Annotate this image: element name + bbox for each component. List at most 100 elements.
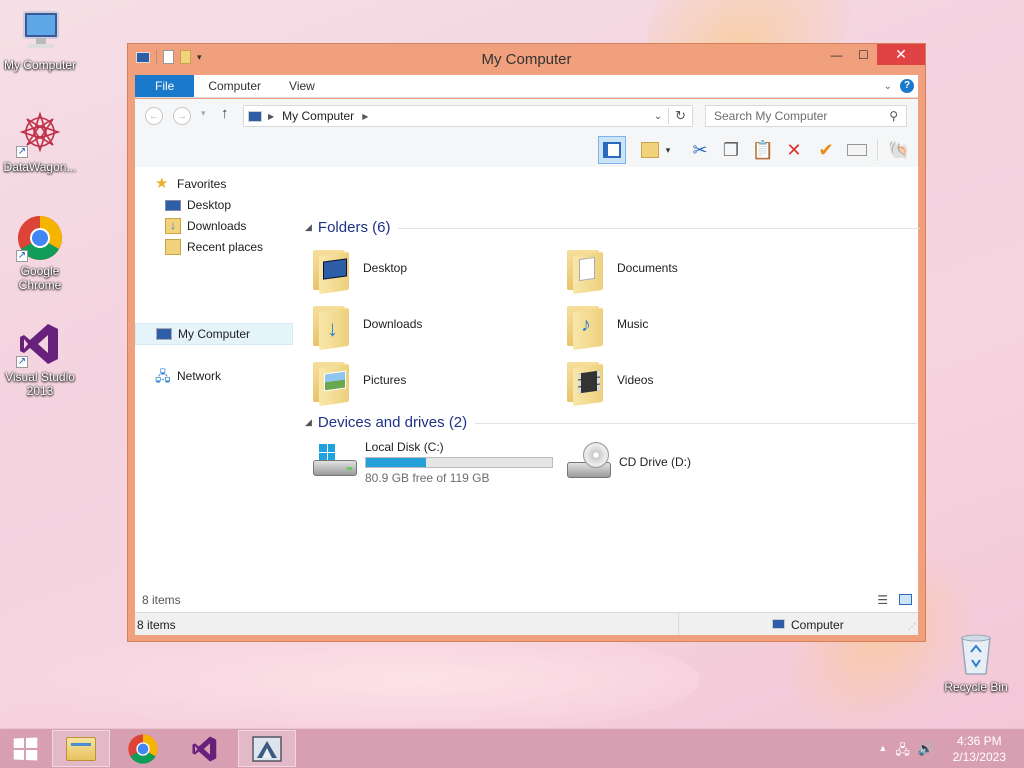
drive-tile-cd-drive[interactable]: CD Drive (D:) — [565, 437, 805, 487]
search-icon[interactable]: ⚲ — [889, 109, 906, 123]
folder-label: Desktop — [363, 261, 408, 275]
collapse-triangle-icon[interactable]: ◢ — [305, 417, 312, 428]
nav-item-label: Favorites — [177, 177, 227, 191]
address-bar[interactable]: ▶ My Computer ▶ ⌄ ↻ — [243, 105, 693, 127]
show-hidden-icons-icon[interactable]: ▲ — [878, 741, 887, 763]
toolbar-divider — [877, 139, 878, 161]
folder-tile-videos[interactable]: Videos — [565, 355, 805, 407]
desktop-icon-label: My Computer — [3, 58, 77, 72]
copy-icon[interactable]: ❐ — [717, 136, 745, 164]
music-folder-icon: ♪ — [565, 300, 609, 351]
cd-drive-icon — [565, 438, 611, 486]
desktop-icon-chrome[interactable]: ↗ Google Chrome — [0, 214, 80, 292]
close-button[interactable]: ✕ — [877, 44, 925, 65]
group-title: Devices and drives (2) — [317, 414, 468, 431]
cut-icon[interactable]: ✂ — [686, 136, 714, 164]
network-status-icon[interactable]: 🖧 — [895, 741, 910, 763]
desktop-icon-visual-studio[interactable]: ↗ Visual Studio 2013 — [0, 320, 80, 398]
search-input[interactable]: Search My Computer — [714, 109, 889, 123]
folder-label: Music — [617, 317, 649, 331]
content-area: ★ Favorites Desktop ↓ Downloads Recent p… — [135, 167, 921, 612]
up-button[interactable]: ↑ — [221, 105, 229, 122]
computer-small-icon — [772, 619, 785, 629]
tab-computer[interactable]: Computer — [194, 75, 275, 97]
collapse-triangle-icon[interactable]: ◢ — [305, 222, 312, 233]
status-item-count: 8 items — [137, 618, 176, 632]
taskbar-clock[interactable]: 4:36 PM 2/13/2023 — [953, 733, 1006, 765]
group-title: Folders (6) — [317, 219, 391, 236]
checkmark-icon[interactable]: ✔ — [812, 136, 840, 164]
taskbar-app-file-explorer[interactable] — [52, 730, 110, 767]
start-button[interactable] — [0, 730, 50, 767]
address-history-chevron-icon[interactable]: ⌄ — [648, 111, 668, 122]
computer-icon — [16, 8, 64, 56]
expand-ribbon-icon[interactable]: ⌄ — [884, 81, 892, 92]
breadcrumb-separator-icon[interactable]: ▶ — [362, 112, 368, 121]
recycle-bin-icon — [952, 630, 1000, 678]
window-title: My Computer — [481, 51, 572, 68]
tab-file[interactable]: File — [135, 75, 195, 97]
shell-icon[interactable]: 🐚 — [885, 136, 913, 164]
desktop-icon-datawagon[interactable]: ↗ DataWagon... — [0, 110, 80, 174]
datawagon-app-icon — [252, 735, 282, 762]
window-controls: — ☐ ✕ — [823, 44, 925, 65]
view-options-chevron-icon[interactable]: ▾ — [661, 136, 675, 164]
group-header-devices[interactable]: ◢ Devices and drives (2) — [305, 414, 918, 431]
group-divider — [398, 228, 921, 229]
status-bar: 8 items Computer ⋰ — [135, 612, 918, 635]
refresh-icon[interactable]: ↻ — [668, 108, 692, 124]
folder-tile-desktop[interactable]: Desktop — [311, 243, 551, 295]
nav-item-favorites[interactable]: ★ Favorites — [135, 173, 293, 195]
taskbar-app-visual-studio[interactable] — [176, 730, 234, 767]
select-folder-icon[interactable] — [636, 136, 664, 164]
status-divider — [678, 613, 679, 635]
search-box[interactable]: Search My Computer ⚲ — [705, 105, 907, 127]
help-icon[interactable]: ? — [900, 79, 914, 93]
star-icon: ★ — [155, 175, 169, 192]
group-header-folders[interactable]: ◢ Folders (6) — [305, 219, 921, 236]
rename-icon[interactable] — [843, 136, 871, 164]
resize-grip-icon[interactable]: ⋰ — [908, 622, 916, 631]
nav-item-label: Recent places — [187, 240, 264, 254]
volume-icon[interactable]: 🔊 — [918, 741, 934, 763]
forward-button[interactable]: → — [173, 107, 191, 125]
explorer-window: ▾ My Computer — ☐ ✕ File Computer View ⌄… — [127, 43, 926, 642]
nav-item-downloads[interactable]: ↓ Downloads — [135, 215, 293, 237]
minimize-button[interactable]: — — [823, 44, 850, 65]
folder-tile-pictures[interactable]: Pictures — [311, 355, 551, 407]
taskbar-app-chrome[interactable] — [114, 730, 172, 767]
command-toolbar: ▾ ✂ ❐ 📋 ✕ ✔ 🐚 — [135, 133, 918, 167]
desktop-icon-my-computer[interactable]: My Computer — [0, 8, 80, 72]
folder-label: Pictures — [363, 373, 407, 387]
tab-view[interactable]: View — [275, 75, 329, 97]
desktop-folder-icon — [311, 244, 355, 295]
downloads-icon: ↓ — [165, 218, 181, 234]
desktop-icon — [165, 199, 181, 211]
breadcrumb-my-computer[interactable]: My Computer — [282, 109, 354, 123]
drive-tile-local-disk[interactable]: Local Disk (C:) 80.9 GB free of 119 GB — [311, 437, 561, 487]
desktop-icon-recycle-bin[interactable]: Recycle Bin — [936, 630, 1016, 694]
large-icons-view-icon[interactable] — [899, 594, 912, 605]
taskbar: ▲ 🖧 🔊 4:36 PM 2/13/2023 — [0, 728, 1024, 768]
maximize-button[interactable]: ☐ — [850, 44, 877, 65]
windows-logo-icon — [13, 737, 38, 760]
title-bar[interactable]: ▾ My Computer — ☐ ✕ — [128, 44, 925, 74]
nav-item-recent-places[interactable]: Recent places — [135, 236, 293, 258]
videos-folder-icon — [565, 356, 609, 407]
nav-item-my-computer[interactable]: My Computer — [135, 323, 293, 345]
folder-tile-music[interactable]: ♪ Music — [565, 299, 805, 351]
paste-icon[interactable]: 📋 — [749, 136, 777, 164]
preview-pane-icon[interactable] — [598, 136, 626, 164]
delete-icon[interactable]: ✕ — [780, 136, 808, 164]
details-view-icon[interactable]: ☰ — [877, 593, 888, 607]
recent-locations-chevron-icon[interactable]: ▾ — [201, 108, 206, 119]
taskbar-app-datawagon[interactable] — [238, 730, 296, 767]
nav-item-desktop[interactable]: Desktop — [135, 194, 293, 216]
nav-item-network[interactable]: 🖧 Network — [135, 365, 293, 387]
visual-studio-icon — [192, 736, 217, 761]
back-button[interactable]: ← — [145, 107, 163, 125]
folder-tile-downloads[interactable]: ↓ Downloads — [311, 299, 551, 351]
file-list: ◢ Folders (6) Desktop Documents ↓ Downlo… — [297, 167, 921, 612]
visual-studio-icon: ↗ — [16, 320, 64, 368]
folder-tile-documents[interactable]: Documents — [565, 243, 805, 295]
